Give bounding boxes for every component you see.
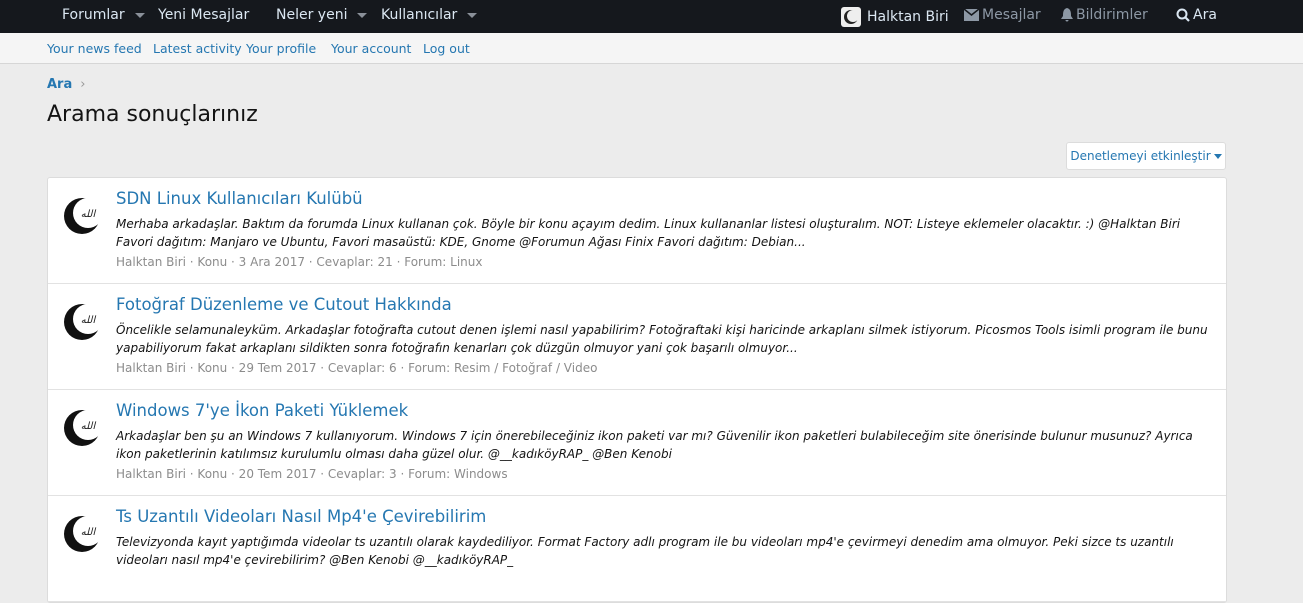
result-title[interactable]: SDN Linux Kullanıcıları Kulübü <box>116 189 363 208</box>
result-snippet: Arkadaşlar ben şu an Windows 7 kullanıyo… <box>116 429 1193 461</box>
logout-link[interactable]: Log out <box>423 41 470 56</box>
result-meta: Halktan Biri · Konu · 20 Tem 2017 · Ceva… <box>116 467 508 481</box>
user-name: Halktan Biri <box>867 9 949 25</box>
svg-text:الله: الله <box>81 421 97 432</box>
nav-label: Yeni Mesajlar <box>158 7 250 23</box>
envelope-icon <box>964 9 979 21</box>
nav-label: Kullanıcılar <box>381 7 458 23</box>
caret-down-icon <box>1213 153 1222 159</box>
breadcrumb: Ara › <box>47 77 85 92</box>
result-item: الله Ts Uzantılı Videoları Nasıl Mp4'e Ç… <box>48 496 1226 602</box>
sub-nav: Your news feed Latest activity Your prof… <box>0 33 1303 64</box>
result-snippet: Öncelikle selamunaleyküm. Arkadaşlar fot… <box>116 323 1208 355</box>
nav-label: Neler yeni <box>276 7 348 23</box>
result-meta: Halktan Biri · Konu · 29 Tem 2017 · Ceva… <box>116 361 598 375</box>
search-results: الله SDN Linux Kullanıcıları Kulübü Merh… <box>47 177 1227 603</box>
caret-down-icon <box>357 12 368 18</box>
moderation-label: Denetlemeyi etkinleştir <box>1070 149 1211 163</box>
result-title[interactable]: Fotoğraf Düzenleme ve Cutout Hakkında <box>116 295 452 314</box>
user-menu[interactable]: Halktan Biri <box>841 7 949 27</box>
svg-text:الله: الله <box>81 315 97 326</box>
account-link[interactable]: Your account <box>331 41 411 56</box>
page-title: Arama sonuçlarınız <box>47 102 258 127</box>
result-title[interactable]: Ts Uzantılı Videoları Nasıl Mp4'e Çevire… <box>116 507 486 526</box>
result-item: الله Fotoğraf Düzenleme ve Cutout Hakkın… <box>48 284 1226 390</box>
search-label: Ara <box>1193 7 1217 23</box>
search-icon <box>1176 8 1190 22</box>
nav-kullanicilar[interactable]: Kullanıcılar <box>381 7 478 23</box>
avatar[interactable]: الله <box>62 512 104 554</box>
profile-link[interactable]: Your profile <box>246 41 316 56</box>
chevron-right-icon: › <box>80 77 86 92</box>
caret-down-icon <box>134 12 145 18</box>
avatar[interactable]: الله <box>62 300 104 342</box>
news-feed-link[interactable]: Your news feed <box>47 41 142 56</box>
top-nav: Forumlar Yeni Mesajlar Neler yeni Kullan… <box>0 0 1303 33</box>
result-item: الله Windows 7'ye İkon Paketi Yüklemek A… <box>48 390 1226 496</box>
nav-forumlar[interactable]: Forumlar <box>62 7 145 23</box>
result-meta: Halktan Biri · Konu · 3 Ara 2017 · Cevap… <box>116 255 483 269</box>
nav-label: Forumlar <box>62 7 125 23</box>
alerts-link[interactable]: Bildirimler <box>1061 7 1148 23</box>
latest-activity-link[interactable]: Latest activity <box>153 41 242 56</box>
avatar[interactable]: الله <box>62 194 104 236</box>
svg-text:الله: الله <box>81 209 97 220</box>
result-snippet: Televizyonda kayıt yaptığımda videolar t… <box>116 535 1174 567</box>
avatar[interactable]: الله <box>62 406 104 448</box>
moderation-toggle-button[interactable]: Denetlemeyi etkinleştir <box>1066 142 1226 170</box>
result-item: الله SDN Linux Kullanıcıları Kulübü Merh… <box>48 178 1226 284</box>
messages-link[interactable]: Mesajlar <box>964 7 1041 23</box>
avatar <box>841 7 861 27</box>
caret-down-icon <box>467 12 478 18</box>
search-link[interactable]: Ara <box>1176 7 1217 23</box>
nav-yeni-mesajlar[interactable]: Yeni Mesajlar <box>158 7 249 23</box>
nav-neler-yeni[interactable]: Neler yeni <box>276 7 368 23</box>
result-title[interactable]: Windows 7'ye İkon Paketi Yüklemek <box>116 401 408 420</box>
messages-label: Mesajlar <box>982 7 1041 23</box>
svg-text:الله: الله <box>81 527 97 538</box>
alerts-label: Bildirimler <box>1076 7 1148 23</box>
result-snippet: Merhaba arkadaşlar. Baktım da forumda Li… <box>116 217 1181 249</box>
breadcrumb-ara[interactable]: Ara <box>47 77 72 92</box>
bell-icon <box>1061 8 1073 22</box>
